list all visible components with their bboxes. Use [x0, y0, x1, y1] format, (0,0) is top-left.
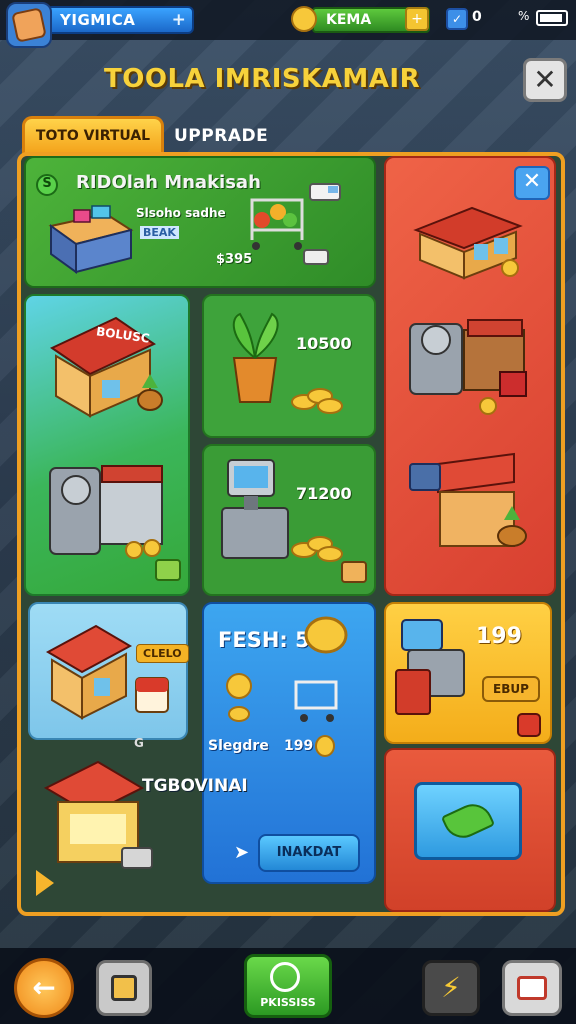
signal-icon: %: [518, 9, 530, 23]
inventory-button[interactable]: [96, 960, 152, 1016]
atm-price: 199: [476, 624, 522, 649]
coin-stack-icon: [226, 673, 252, 722]
market-stall-icon: [413, 206, 523, 280]
player-avatar[interactable]: [6, 2, 52, 48]
cart-icon: [294, 680, 338, 722]
small-shop-icon: [45, 624, 133, 720]
shop-tag: G: [134, 736, 144, 750]
gem-count: 0: [472, 9, 482, 25]
bag-icon: [111, 975, 137, 1001]
photo-button[interactable]: [502, 960, 562, 1016]
plus-icon[interactable]: +: [168, 10, 190, 30]
confirm-leaf-button[interactable]: [414, 782, 522, 860]
kiosk-label: TGBOVINAI: [142, 776, 248, 796]
pointer-arrow-icon: ➤: [234, 842, 250, 863]
power-icon: [270, 962, 300, 992]
register-price: 71200: [296, 484, 352, 503]
coin-pile-icon: [291, 536, 343, 562]
close-button[interactable]: ✕: [523, 58, 567, 102]
machine-shop-icon: [409, 319, 527, 415]
buy-button[interactable]: INAKDAT: [258, 834, 360, 872]
photo-icon: [517, 976, 547, 1000]
red-box-icon: [517, 713, 541, 737]
machine-building-icon: [49, 465, 181, 581]
back-button[interactable]: ←: [14, 958, 74, 1018]
center-action-label: PKISSISS: [260, 996, 316, 1009]
coin-icon: [291, 6, 317, 32]
crate-icon: [341, 561, 367, 583]
produce-stall-icon: [409, 452, 527, 547]
shopping-cart-icon: [250, 198, 304, 250]
tab-toto-virtual[interactable]: TOTO VIRTUAL: [22, 116, 164, 154]
tab-upgrade[interactable]: UPPRADE: [168, 120, 284, 154]
edup-button[interactable]: EBUP: [482, 676, 540, 702]
counter-desk-icon: [48, 205, 134, 274]
featured-tag: BEAK: [140, 226, 179, 239]
battery-icon: [536, 10, 568, 26]
currency-value: KEMA: [326, 12, 372, 28]
featured-title: RIDOlah Mnakisah: [76, 172, 261, 193]
player-name-pill[interactable]: YIGMICA +: [46, 6, 194, 34]
small-van-icon: [303, 249, 329, 265]
coin-pile-icon: [291, 388, 343, 414]
item-label: Slegdre: [208, 738, 269, 754]
featured-subtitle: Slsoho sadhe: [136, 206, 226, 220]
potted-plant-icon: [232, 312, 279, 403]
screen-title: TOOLA IMRISKAMAIR: [104, 64, 421, 94]
fesh-title: FESH: 5: [218, 628, 310, 652]
leaf-icon: [440, 797, 496, 845]
van-icon: [309, 183, 341, 201]
play-arrow-icon[interactable]: [36, 870, 54, 896]
plant-price: 10500: [296, 334, 352, 353]
avatar-icon: [11, 7, 47, 43]
bolt-button[interactable]: ⚡: [422, 960, 480, 1016]
checkbox-icon[interactable]: ✓: [446, 8, 468, 30]
atm-machine-icon: [395, 619, 465, 715]
coin-icon: [315, 735, 335, 757]
item-price: 199: [284, 738, 314, 754]
shop-building-icon: [49, 316, 163, 418]
featured-badge-icon: S: [36, 174, 58, 196]
player-name: YIGMICA: [60, 11, 136, 29]
small-shop-sign: CLELO: [136, 644, 189, 663]
cash-register-icon: [221, 459, 289, 559]
box-icon: [135, 677, 169, 713]
gold-coin-icon: [304, 616, 348, 654]
add-currency-button[interactable]: +: [405, 7, 429, 31]
